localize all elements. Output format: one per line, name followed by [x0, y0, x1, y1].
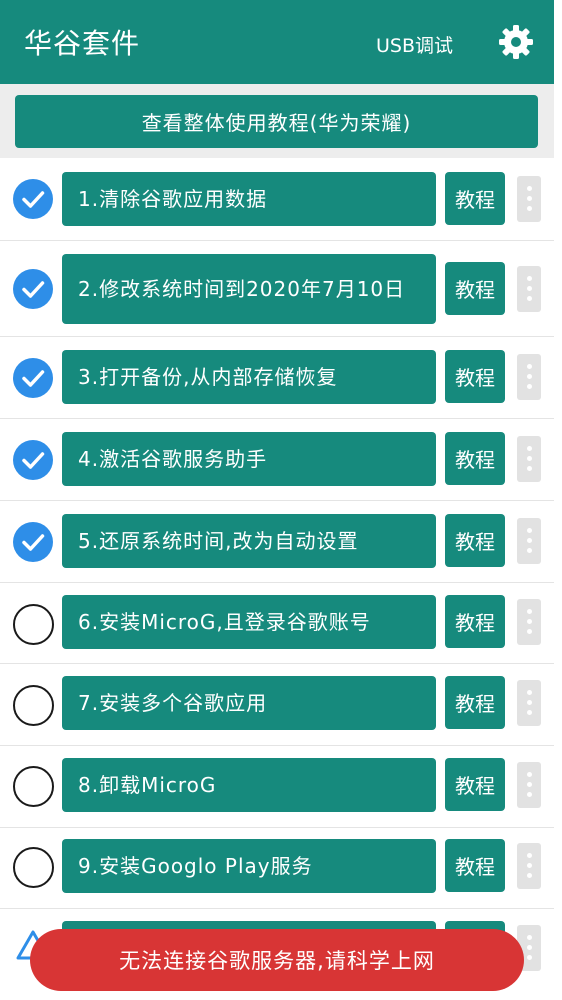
step-button[interactable]: 5.还原系统时间,改为自动设置: [62, 514, 436, 568]
checked-icon[interactable]: [13, 179, 53, 219]
usb-debug-button[interactable]: USB调试: [376, 31, 453, 58]
step-row-8: 8.卸载MicroG 教程: [0, 746, 554, 827]
error-toast: 无法连接谷歌服务器,请科学上网: [30, 929, 524, 991]
more-vert-icon[interactable]: [517, 518, 541, 564]
unchecked-circle-icon[interactable]: [13, 685, 54, 726]
unchecked-circle-icon[interactable]: [13, 604, 54, 645]
step-row-5: 5.还原系统时间,改为自动设置 教程: [0, 501, 554, 582]
step-button[interactable]: 6.安装MicroG,且登录谷歌账号: [62, 595, 436, 649]
overall-tutorial-button[interactable]: 查看整体使用教程(华为荣耀): [15, 95, 538, 148]
more-vert-icon[interactable]: [517, 266, 541, 312]
step-button[interactable]: 3.打开备份,从内部存储恢复: [62, 350, 436, 404]
step-row-4: 4.激活谷歌服务助手 教程: [0, 419, 554, 500]
more-vert-icon[interactable]: [517, 176, 541, 222]
step-button[interactable]: 1.清除谷歌应用数据: [62, 172, 436, 226]
step-row-2: 2.修改系统时间到2020年7月10日 教程: [0, 241, 554, 336]
tutorial-button[interactable]: 教程: [445, 514, 505, 567]
step-button[interactable]: 4.激活谷歌服务助手: [62, 432, 436, 486]
tutorial-banner: 查看整体使用教程(华为荣耀): [0, 84, 554, 158]
tutorial-button[interactable]: 教程: [445, 432, 505, 485]
tutorial-button[interactable]: 教程: [445, 676, 505, 729]
tutorial-button[interactable]: 教程: [445, 350, 505, 403]
tutorial-button[interactable]: 教程: [445, 262, 505, 315]
checked-icon[interactable]: [13, 269, 53, 309]
app-title: 华谷套件: [24, 27, 141, 60]
tutorial-button[interactable]: 教程: [445, 758, 505, 811]
tutorial-button[interactable]: 教程: [445, 595, 505, 648]
step-row-1: 1.清除谷歌应用数据 教程: [0, 158, 554, 240]
tutorial-button[interactable]: 教程: [445, 172, 505, 225]
gear-icon[interactable]: [498, 24, 534, 60]
checked-icon[interactable]: [13, 522, 53, 562]
more-vert-icon[interactable]: [517, 843, 541, 889]
more-vert-icon[interactable]: [517, 680, 541, 726]
more-vert-icon[interactable]: [517, 762, 541, 808]
step-row-7: 7.安装多个谷歌应用 教程: [0, 664, 554, 745]
checked-icon[interactable]: [13, 440, 53, 480]
step-row-6: 6.安装MicroG,且登录谷歌账号 教程: [0, 583, 554, 663]
more-vert-icon[interactable]: [517, 599, 541, 645]
unchecked-circle-icon[interactable]: [13, 766, 54, 807]
step-button[interactable]: 2.修改系统时间到2020年7月10日: [62, 254, 436, 324]
unchecked-circle-icon[interactable]: [13, 847, 54, 888]
step-row-3: 3.打开备份,从内部存储恢复 教程: [0, 337, 554, 418]
app-bar: 华谷套件 USB调试: [0, 0, 554, 84]
step-row-9: 9.安装Googlo Play服务 教程: [0, 828, 554, 908]
tutorial-button[interactable]: 教程: [445, 839, 505, 892]
step-button[interactable]: 9.安装Googlo Play服务: [62, 839, 436, 893]
checked-icon[interactable]: [13, 358, 53, 398]
more-vert-icon[interactable]: [517, 436, 541, 482]
step-button[interactable]: 7.安装多个谷歌应用: [62, 676, 436, 730]
step-button[interactable]: 8.卸载MicroG: [62, 758, 436, 812]
more-vert-icon[interactable]: [517, 354, 541, 400]
